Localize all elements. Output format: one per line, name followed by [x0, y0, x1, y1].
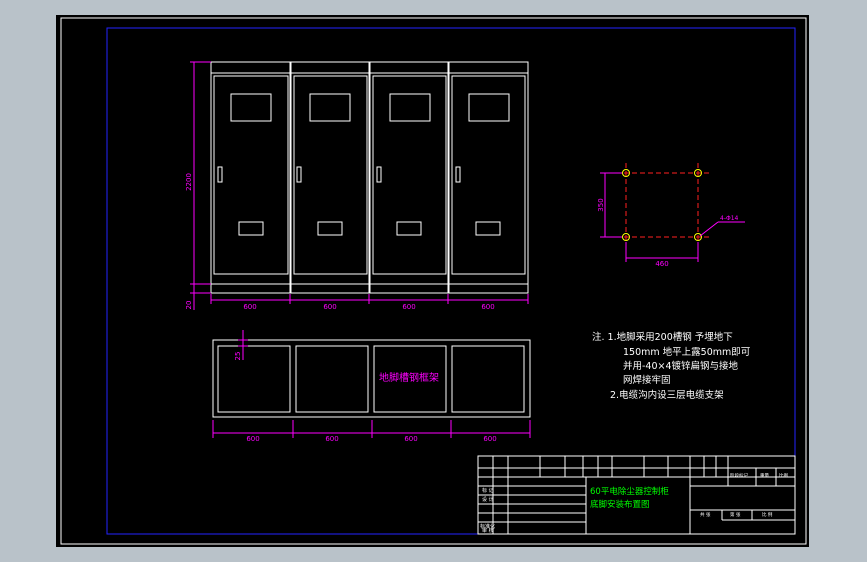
base-width-dim-1: 600 — [246, 435, 259, 443]
title-header-1: 阶段标记 — [730, 472, 748, 479]
note-line-3: 并用-40×4镀锌扁钢与接地 — [623, 360, 739, 372]
note-line-1: 注. 1.地脚采用200槽钢 予埋地下 — [592, 331, 733, 343]
front-width-dim-2: 600 — [323, 303, 336, 311]
anchor-horizontal-dim: 460 — [655, 260, 668, 268]
note-line-2: 150mm 地平上露50mm即可 — [623, 346, 750, 358]
cad-viewer: 2200 20 600 600 600 600 25 地脚槽钢框架 600 60… — [0, 0, 867, 562]
title-label-2: 设 计 — [482, 496, 494, 503]
drawing-canvas: 2200 20 600 600 600 600 25 地脚槽钢框架 600 60… — [56, 15, 809, 547]
anchor-vertical-dim: 350 — [597, 198, 605, 211]
drawing-title-line-2: 底脚安装布置图 — [590, 499, 650, 510]
title-bottom-2: 第 张 — [730, 511, 741, 518]
title-label-1: 标 记 — [482, 487, 494, 494]
paper-sheet — [56, 15, 809, 547]
base-side-dim: 25 — [234, 352, 242, 361]
title-header-3: 比例 — [779, 472, 788, 479]
title-bottom-1: 共 张 — [700, 511, 711, 518]
title-label-4: 审 核 — [482, 527, 494, 534]
note-line-4: 网焊接牢固 — [623, 374, 671, 386]
base-width-dim-2: 600 — [325, 435, 338, 443]
front-width-dim-3: 600 — [402, 303, 415, 311]
front-width-dim-4: 600 — [481, 303, 494, 311]
title-header-2: 重量 — [760, 472, 769, 479]
anchor-hole-label: 4-Φ14 — [720, 215, 739, 222]
title-bottom-3: 比 例 — [762, 511, 773, 518]
base-frame-label: 地脚槽钢框架 — [379, 371, 439, 384]
note-line-5: 2.电缆沟内设三层电缆支架 — [610, 389, 724, 401]
base-width-dim-4: 600 — [483, 435, 496, 443]
front-width-dim-1: 600 — [243, 303, 256, 311]
front-base-dim: 20 — [185, 301, 193, 310]
base-width-dim-3: 600 — [404, 435, 417, 443]
front-height-dim: 2200 — [185, 173, 193, 191]
drawing-title-line-1: 60平电除尘器控制柜 — [590, 486, 669, 497]
